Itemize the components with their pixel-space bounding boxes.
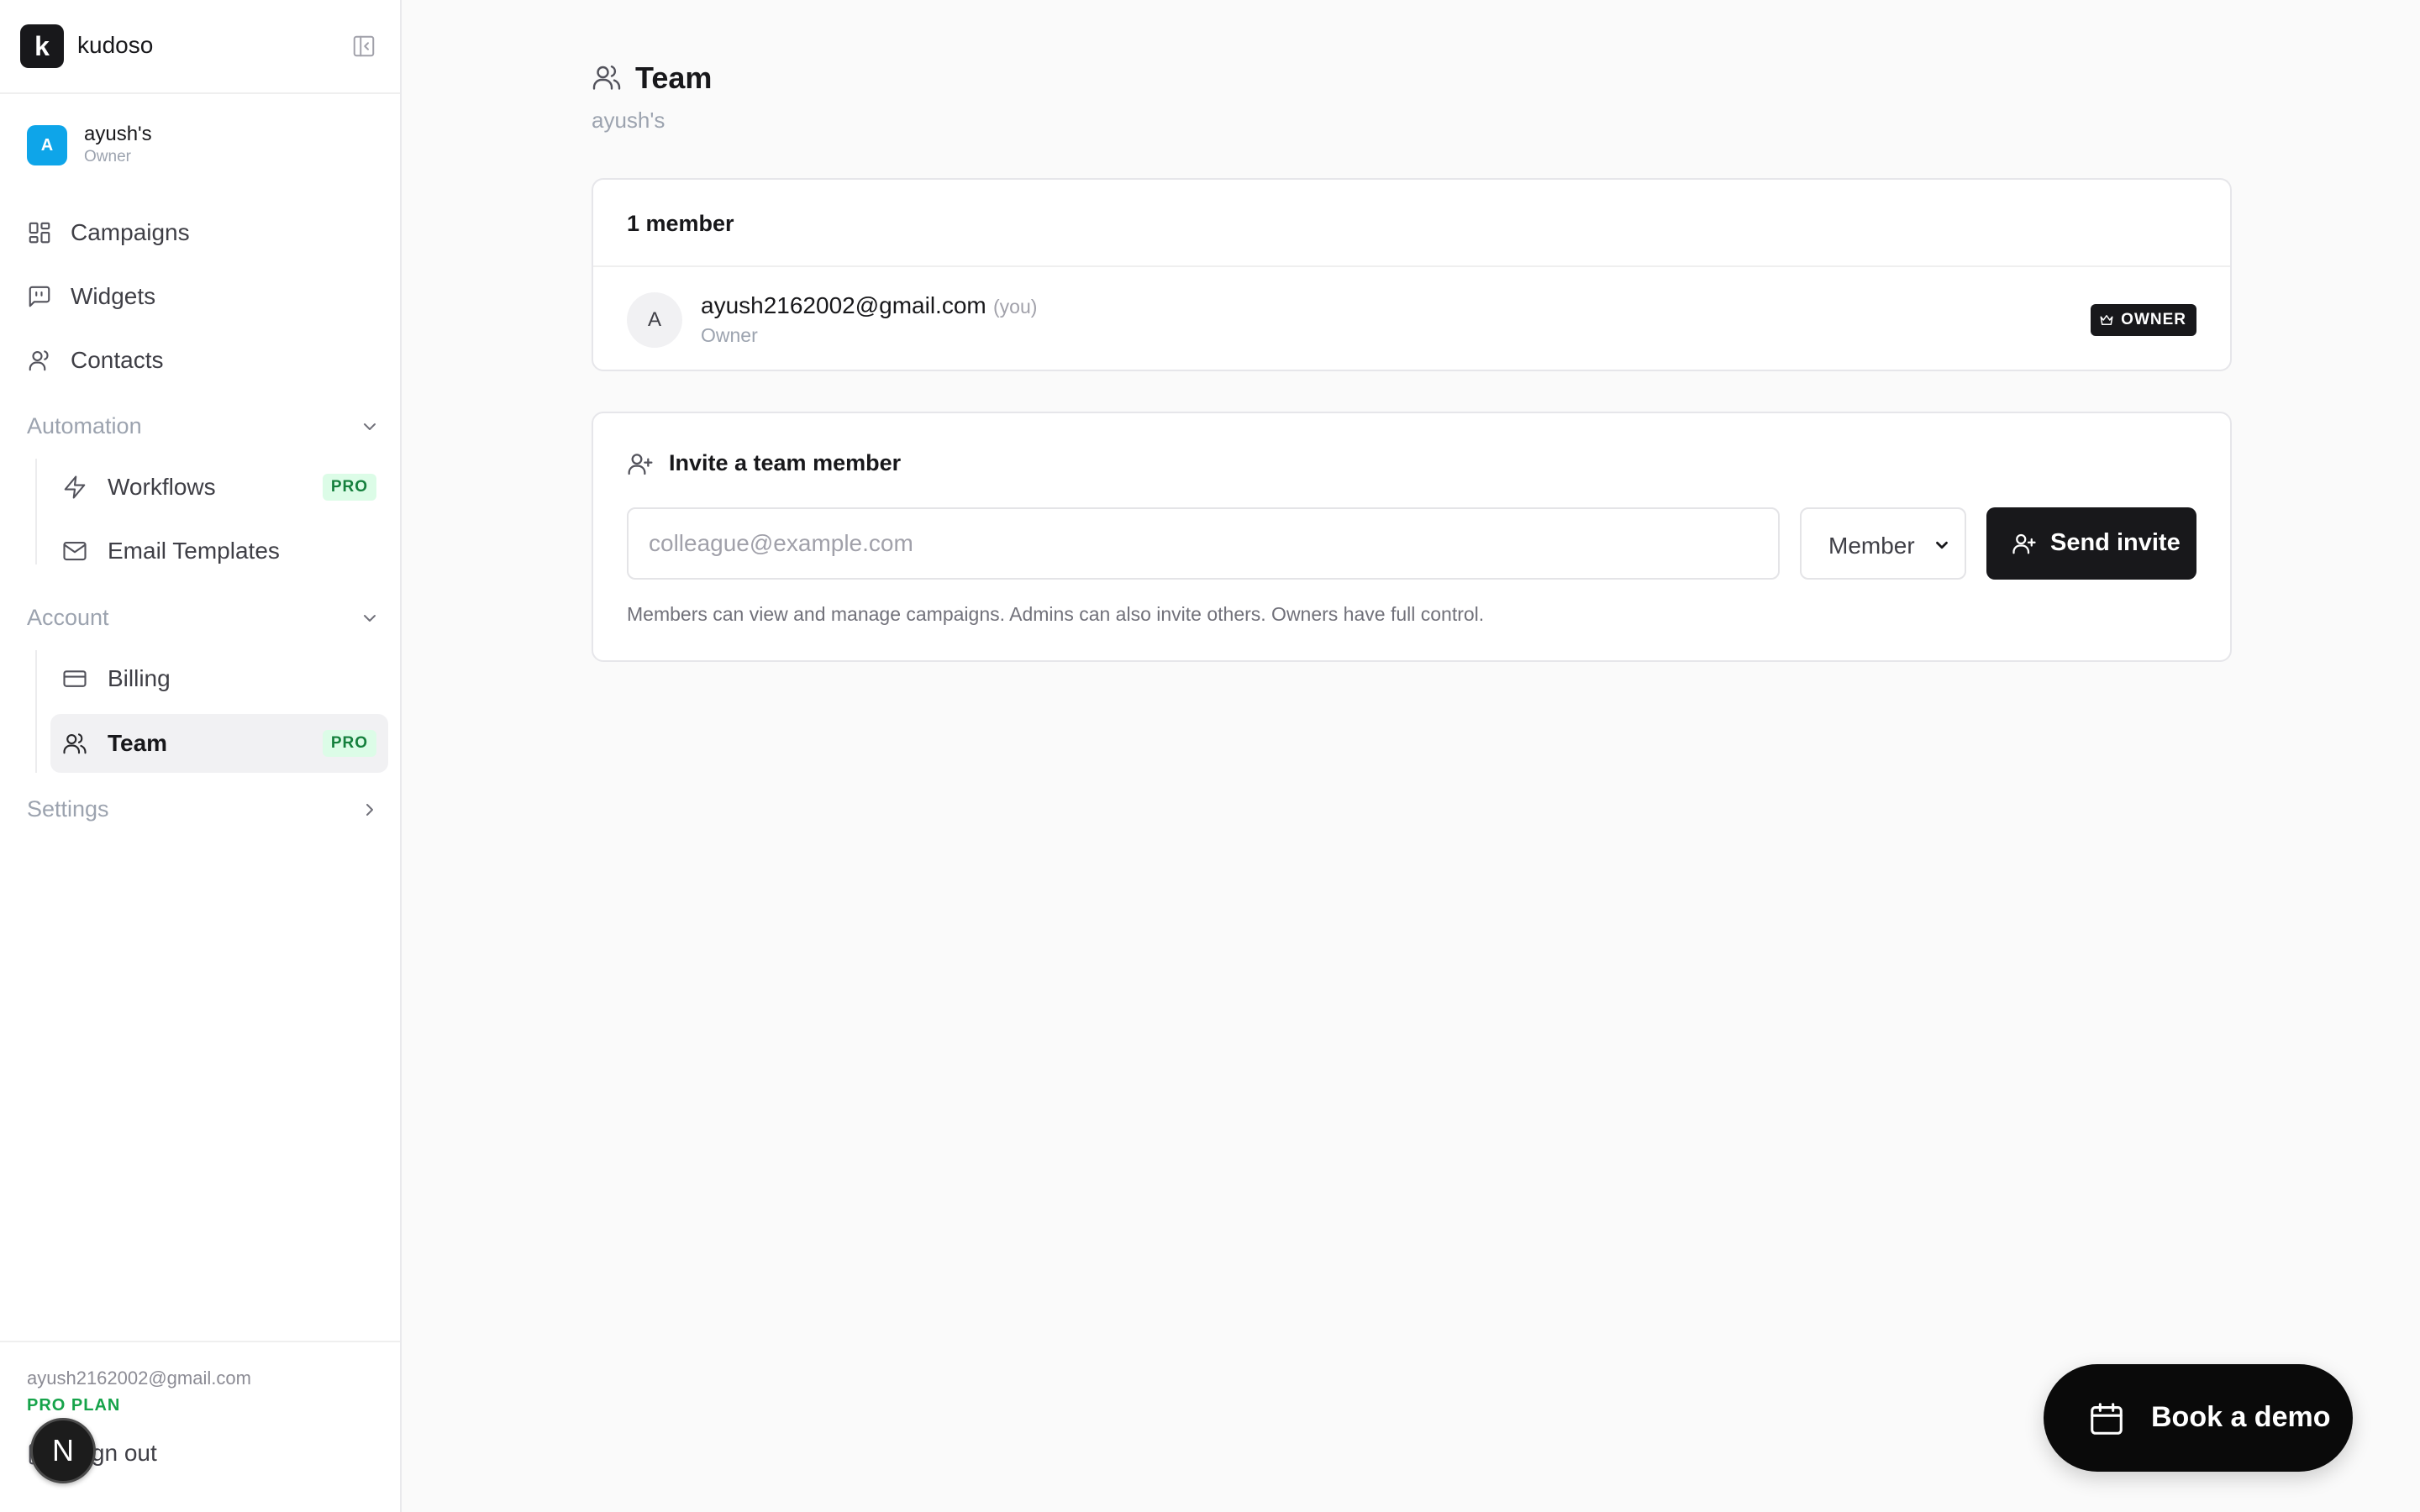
sidebar-item-widgets[interactable]: Widgets [20, 268, 381, 323]
mail-icon [62, 538, 87, 564]
section-account[interactable]: Account [27, 601, 380, 635]
users-icon [62, 731, 87, 756]
member-count: 1 member [627, 211, 734, 236]
member-role: Owner [701, 324, 758, 346]
org-name: ayush's [84, 123, 152, 145]
sidebar-item-label: Widgets [71, 283, 156, 309]
book-demo-label: Book a demo [2151, 1401, 2331, 1433]
page-title: Team [635, 60, 713, 95]
calendar-icon [2087, 1399, 2126, 1438]
sidebar-collapse-icon[interactable] [351, 34, 376, 59]
invite-title: Invite a team member [669, 450, 902, 475]
role-select[interactable]: Member [1800, 507, 1966, 580]
sidebar-item-label: Team [108, 730, 168, 756]
members-card-header: 1 member [593, 180, 2230, 267]
zap-icon [62, 475, 87, 500]
chevron-right-icon [360, 800, 380, 820]
avatar: A [627, 292, 682, 348]
section-label: Settings [27, 796, 109, 822]
sidebar-item-workflows[interactable]: Workflows PRO [50, 459, 388, 514]
users-icon [592, 62, 622, 92]
sidebar-item-label: Workflows [108, 474, 216, 500]
brand-header: k kudoso [0, 0, 400, 94]
role-select-value: Member [1828, 533, 1915, 559]
book-demo-button[interactable]: Book a demo [2044, 1364, 2353, 1472]
pro-badge: PRO [322, 474, 376, 501]
sidebar-item-label: Email Templates [108, 538, 280, 564]
sidebar-item-label: Contacts [71, 347, 164, 373]
sidebar: k kudoso A ayush's Owner Campaigns Widge… [0, 0, 402, 1512]
grid-icon [27, 220, 52, 245]
section-settings[interactable]: Settings [27, 793, 380, 827]
owner-badge-label: OWNER [2121, 311, 2186, 328]
send-invite-label: Send invite [2050, 529, 2181, 556]
org-role: Owner [84, 148, 131, 165]
chevron-down-icon [360, 608, 380, 628]
page-subtitle: ayush's [592, 108, 666, 133]
user-plus-icon [2012, 531, 2037, 556]
brand-logo[interactable]: k [20, 24, 64, 68]
member-you-tag: (you) [993, 296, 1038, 318]
sidebar-item-team[interactable]: Team PRO [50, 714, 388, 773]
sidebar-item-contacts[interactable]: Contacts [20, 332, 381, 387]
org-switcher[interactable]: A ayush's Owner [27, 123, 380, 170]
owner-badge: OWNER [2091, 304, 2196, 336]
brand-name: kudoso [77, 32, 154, 58]
members-card: 1 member A ayush2162002@gmail.com (you) … [592, 178, 2232, 371]
sidebar-item-label: Campaigns [71, 219, 190, 245]
member-email: ayush2162002@gmail.com [701, 292, 986, 318]
invite-help-text: Members can view and manage campaigns. A… [627, 603, 1485, 625]
nav-indent-line [35, 459, 37, 564]
message-square-quote-icon [27, 284, 52, 309]
chevron-down-icon [360, 417, 380, 437]
invite-card: Invite a team member Member Send invite … [592, 412, 2232, 662]
account-email: ayush2162002@gmail.com [27, 1368, 251, 1389]
user-plus-icon [627, 450, 654, 477]
nav-indent-line [35, 650, 37, 773]
send-invite-button[interactable]: Send invite [1986, 507, 2196, 580]
credit-card-icon [62, 666, 87, 691]
pro-badge: PRO [322, 730, 376, 757]
sidebar-item-label: Billing [108, 665, 171, 691]
sidebar-item-campaigns[interactable]: Campaigns [20, 204, 381, 260]
plan-label: PRO PLAN [27, 1396, 121, 1415]
section-automation[interactable]: Automation [27, 410, 380, 444]
member-row: A ayush2162002@gmail.com (you) Owner OWN… [593, 269, 2230, 371]
section-label: Account [27, 605, 109, 630]
user-icon [27, 348, 52, 373]
crown-icon [2100, 315, 2113, 325]
chevron-down-icon [1933, 536, 1951, 554]
sidebar-item-email-templates[interactable]: Email Templates [50, 522, 388, 578]
sidebar-item-billing[interactable]: Billing [50, 650, 388, 706]
org-avatar: A [27, 125, 67, 165]
section-label: Automation [27, 413, 142, 438]
invite-email-input[interactable] [627, 507, 1780, 580]
dev-tools-badge[interactable]: N [30, 1418, 96, 1483]
